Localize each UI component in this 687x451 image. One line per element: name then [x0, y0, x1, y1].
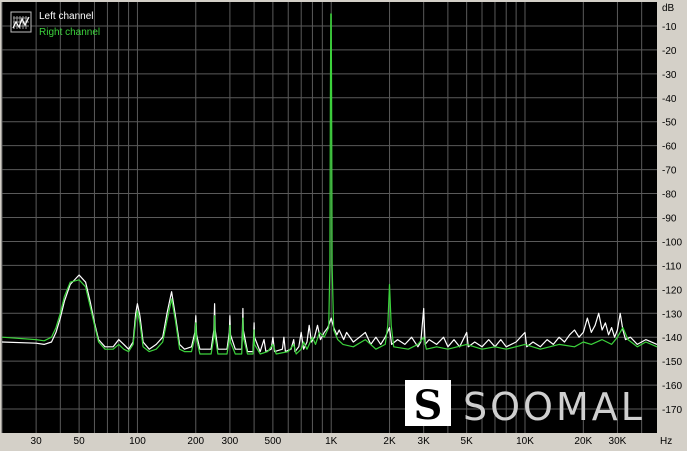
y-unit-label: dB [662, 3, 675, 14]
watermark-logo-letter: S [414, 382, 443, 429]
y-tick-label: -130 [662, 309, 682, 320]
spectrum-chart: -10 -20 -30 -40 -50 -60 -70 -80 -90 -100 -110 -120 -… [0, 0, 687, 451]
x-tick-label: 3K [418, 436, 431, 447]
x-tick-label: 20K [574, 436, 592, 447]
x-tick-label: 5K [461, 436, 474, 447]
y-tick-label: -40 [662, 94, 677, 105]
y-tick-label: -30 [662, 70, 677, 81]
legend-right-channel: Right channel [39, 27, 100, 38]
x-tick-label: 30 [31, 436, 43, 447]
x-tick-label: 100 [129, 436, 146, 447]
x-tick-label: 10K [516, 436, 534, 447]
y-tick-label: -140 [662, 333, 682, 344]
y-tick-label: -60 [662, 142, 677, 153]
legend-left-channel: Left channel [39, 11, 94, 22]
y-tick-label: -120 [662, 285, 682, 296]
y-tick-label: -170 [662, 405, 682, 416]
watermark-text: SOOMAL [463, 385, 645, 429]
y-tick-label: -110 [662, 261, 682, 272]
watermark: S SOOMAL [405, 380, 645, 429]
y-tick-label: -100 [662, 237, 682, 248]
y-tick-label: -70 [662, 166, 677, 177]
x-tick-label: 500 [265, 436, 282, 447]
x-tick-label: 30K [609, 436, 627, 447]
y-tick-label: -90 [662, 214, 677, 225]
y-tick-label: -150 [662, 357, 682, 368]
x-tick-label: 300 [222, 436, 239, 447]
y-tick-label: -50 [662, 118, 677, 129]
x-tick-label: 1K [325, 436, 338, 447]
x-unit-label: Hz [660, 436, 672, 447]
x-tick-label: 2K [383, 436, 396, 447]
y-tick-label: -20 [662, 46, 677, 57]
y-tick-label: -10 [662, 22, 677, 33]
x-tick-label: 50 [74, 436, 86, 447]
y-tick-label: -160 [662, 381, 682, 392]
y-tick-label: -80 [662, 190, 677, 201]
x-tick-label: 200 [187, 436, 204, 447]
